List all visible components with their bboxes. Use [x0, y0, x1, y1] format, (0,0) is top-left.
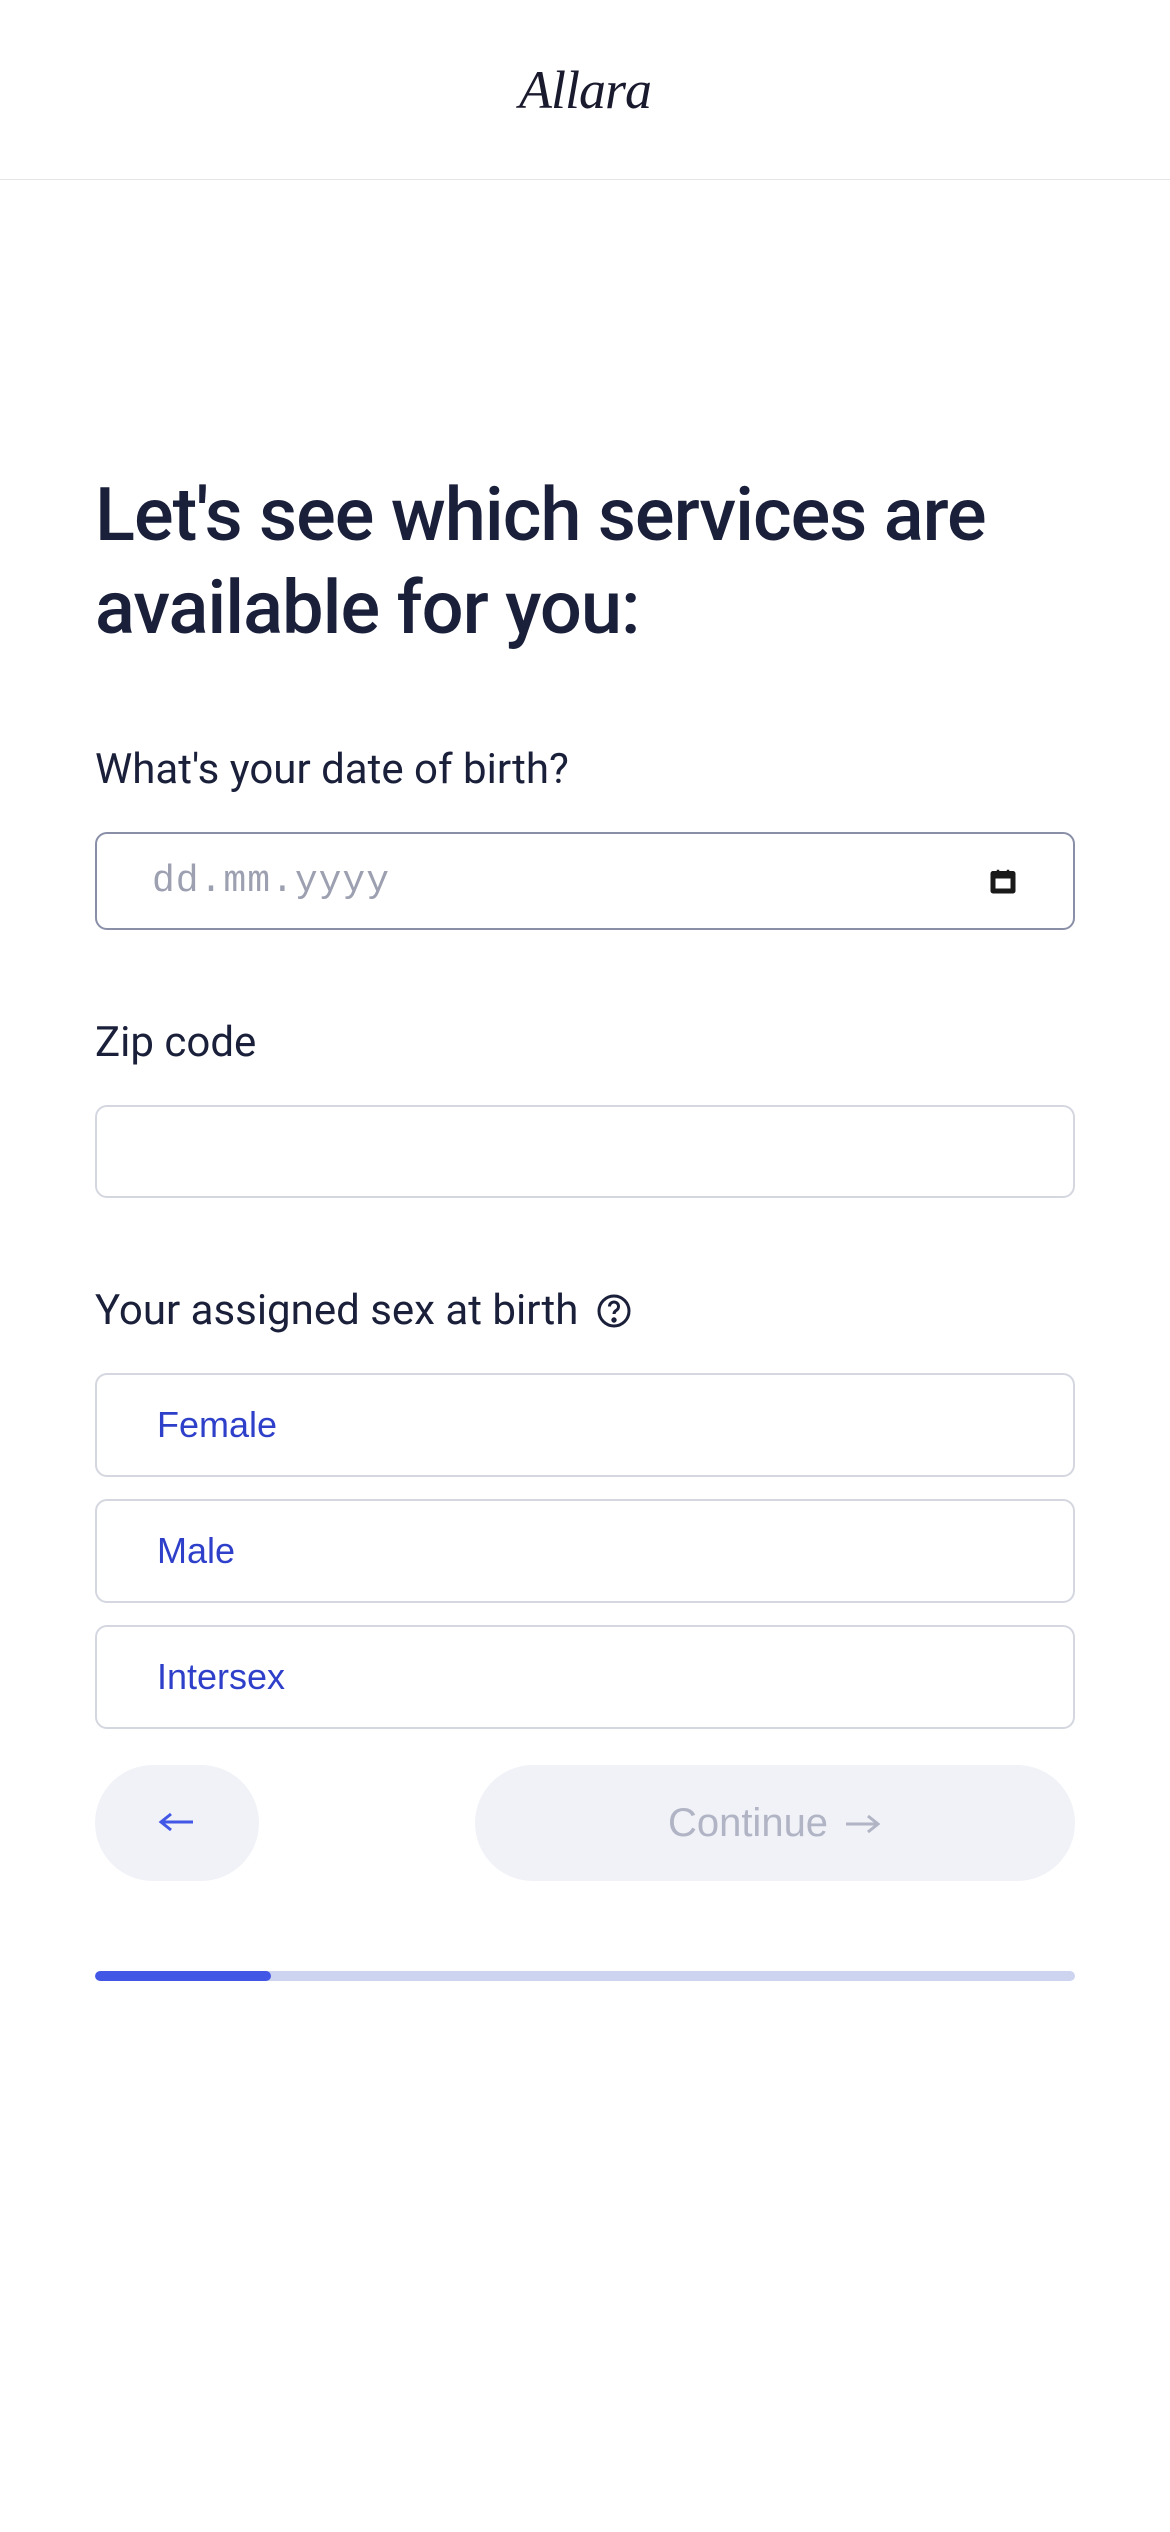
- page-heading: Let's see which services are available f…: [95, 470, 1075, 655]
- zip-label: Zip code: [95, 1018, 1075, 1067]
- sex-option-intersex[interactable]: Intersex: [95, 1625, 1075, 1729]
- logo: Allara: [519, 59, 651, 121]
- dob-input[interactable]: dd.mm.yyyy: [95, 832, 1075, 930]
- sex-options: Female Male Intersex: [95, 1373, 1075, 1729]
- arrow-right-icon: [842, 1801, 882, 1846]
- dob-label: What's your date of birth?: [95, 745, 1075, 794]
- calendar-icon[interactable]: [988, 866, 1018, 896]
- progress-fill: [95, 1971, 271, 1981]
- zip-input[interactable]: [95, 1105, 1075, 1198]
- sex-label: Your assigned sex at birth: [95, 1286, 1075, 1335]
- sex-label-text: Your assigned sex at birth: [95, 1286, 578, 1335]
- back-button[interactable]: [95, 1765, 259, 1881]
- sex-option-female[interactable]: Female: [95, 1373, 1075, 1477]
- arrow-left-icon: [157, 1810, 197, 1837]
- progress-bar: [95, 1971, 1075, 1981]
- header: Allara: [0, 0, 1170, 180]
- zip-input-wrapper: [95, 1105, 1075, 1198]
- dob-placeholder: dd.mm.yyyy: [152, 860, 390, 903]
- form-content: Let's see which services are available f…: [0, 180, 1170, 1981]
- nav-row: Continue: [95, 1765, 1075, 1881]
- continue-label: Continue: [668, 1801, 828, 1846]
- sex-option-male[interactable]: Male: [95, 1499, 1075, 1603]
- dob-input-wrapper: dd.mm.yyyy: [95, 832, 1075, 930]
- help-icon[interactable]: [596, 1293, 632, 1329]
- continue-button[interactable]: Continue: [475, 1765, 1075, 1881]
